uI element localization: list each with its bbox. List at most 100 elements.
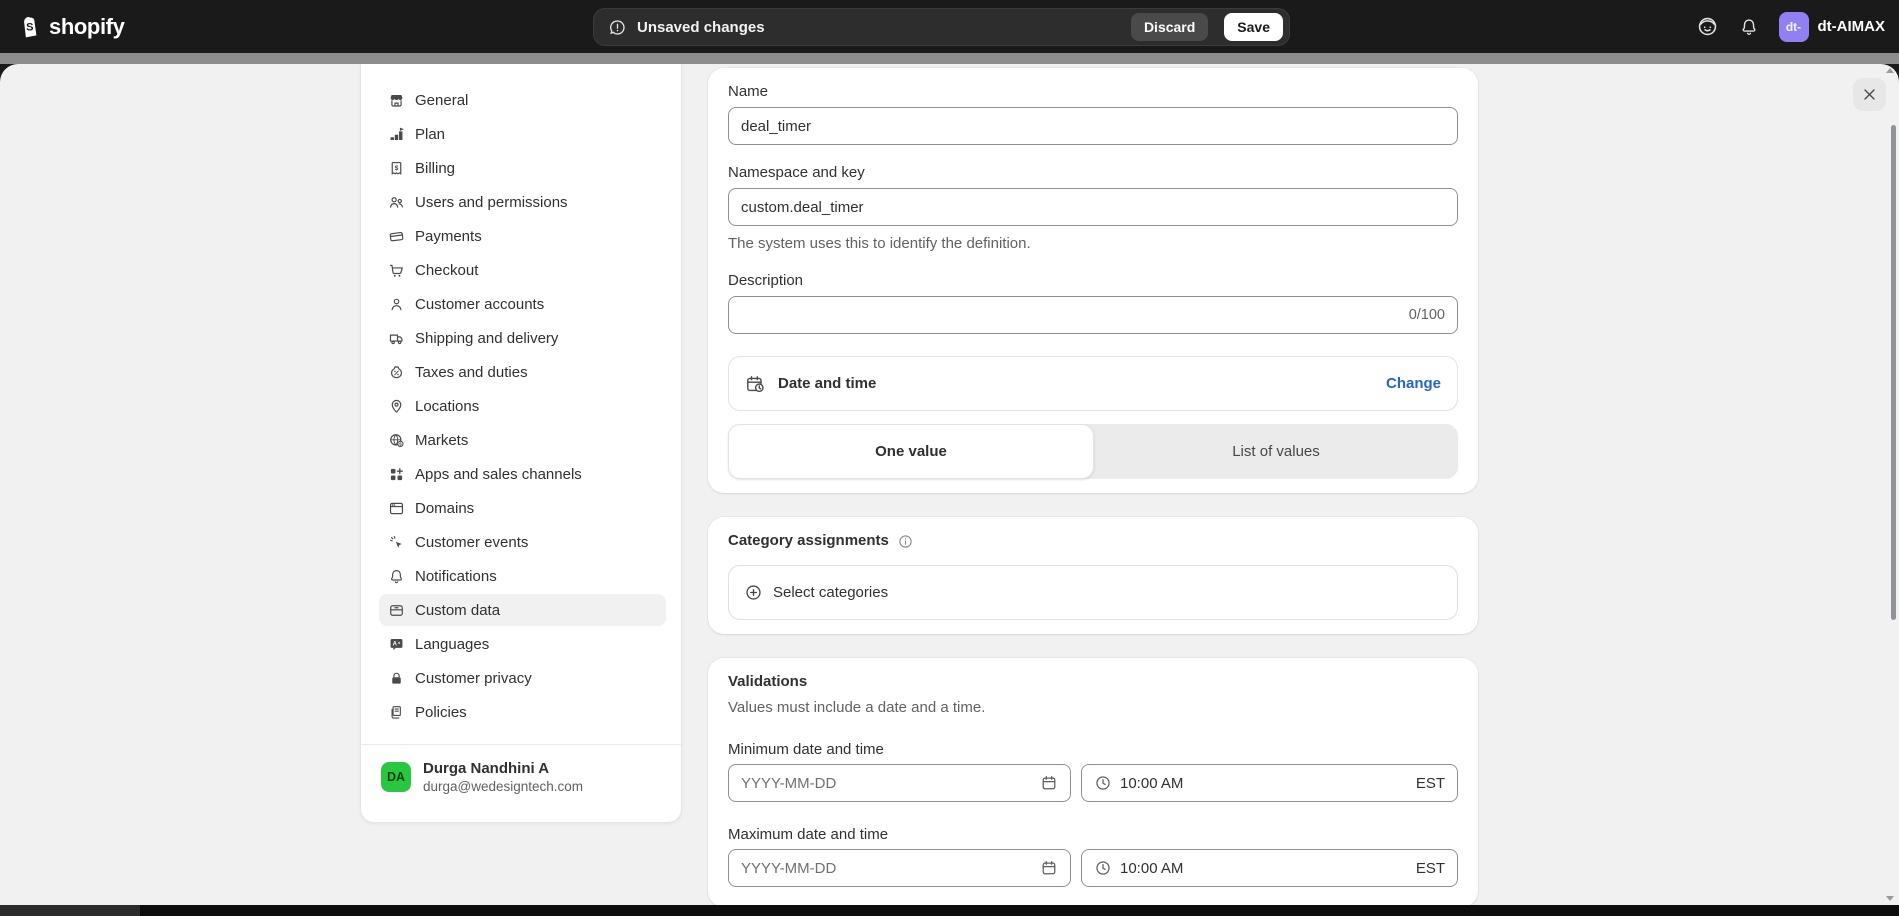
bell-icon: [388, 568, 405, 585]
sidebar-item-domains[interactable]: Domains: [379, 492, 666, 524]
store-avatar: dt-: [1779, 12, 1809, 42]
sidebar-item-label: Customer accounts: [415, 296, 544, 313]
document-icon: [388, 704, 405, 721]
name-field: [728, 107, 1458, 145]
sidebar-item-users-permissions[interactable]: Users and permissions: [379, 186, 666, 218]
list-of-values-segment[interactable]: List of values: [1094, 424, 1458, 479]
name-label: Name: [728, 82, 1458, 101]
store-menu[interactable]: dt- dt-AIMAX: [1779, 12, 1886, 42]
sidebar-item-customer-accounts[interactable]: Customer accounts: [379, 288, 666, 320]
settings-modal: General Plan Billing Users and permissio…: [0, 64, 1899, 905]
change-type-link[interactable]: Change: [1386, 375, 1441, 392]
validations-title: Validations: [728, 672, 1458, 692]
namespace-input[interactable]: [741, 199, 1445, 216]
plus-circle-icon: [744, 583, 763, 602]
store-name-label: dt-AIMAX: [1818, 18, 1886, 35]
description-field: 0/100: [728, 296, 1458, 334]
sidebar-item-label: Users and permissions: [415, 194, 568, 211]
close-settings-button[interactable]: [1853, 78, 1886, 111]
sidebar-item-markets[interactable]: Markets: [379, 424, 666, 456]
namespace-label: Namespace and key: [728, 163, 1458, 182]
maximum-date-field: [728, 849, 1071, 887]
sidebar-item-label: Locations: [415, 398, 479, 415]
lock-icon: [388, 670, 405, 687]
description-label: Description: [728, 271, 1458, 290]
clock-icon: [1094, 774, 1112, 792]
sidebar-item-customer-events[interactable]: Customer events: [379, 526, 666, 558]
namespace-help-text: The system uses this to identify the def…: [728, 234, 1458, 253]
minimum-date-input[interactable]: [741, 775, 1032, 792]
sidebar-item-label: Plan: [415, 126, 445, 143]
sidebar-item-payments[interactable]: Payments: [379, 220, 666, 252]
sidebar-item-checkout[interactable]: Checkout: [379, 254, 666, 286]
notifications-bell-icon[interactable]: [1739, 17, 1759, 37]
one-value-segment[interactable]: One value: [728, 424, 1094, 479]
sidebar-item-policies[interactable]: Policies: [379, 696, 666, 728]
custom-data-icon: [388, 602, 405, 619]
user-name: Durga Nandhini A: [423, 759, 583, 778]
scrollbar-down-arrow[interactable]: [1886, 896, 1894, 901]
topbar-right-cluster: dt- dt-AIMAX: [1696, 0, 1886, 53]
shopify-logo[interactable]: shopify: [16, 0, 124, 53]
sidebar-item-billing[interactable]: Billing: [379, 152, 666, 184]
user-avatar: DA: [381, 762, 411, 792]
minimum-datetime-label: Minimum date and time: [728, 741, 1458, 758]
sidebar-item-label: Languages: [415, 636, 489, 653]
metafield-definition-form: Name Namespace and key The system uses t…: [708, 68, 1478, 905]
user-menu[interactable]: DA Durga Nandhini A durga@wedesigntech.c…: [379, 745, 666, 795]
sidebar-item-apps-sales-channels[interactable]: Apps and sales channels: [379, 458, 666, 490]
discard-button[interactable]: Discard: [1131, 13, 1208, 41]
content-type-box: Date and time Change: [728, 356, 1458, 411]
sidebar-item-taxes-duties[interactable]: Taxes and duties: [379, 356, 666, 388]
cart-icon: [388, 262, 405, 279]
assistant-icon[interactable]: [1696, 15, 1719, 38]
sidebar-item-label: Billing: [415, 160, 455, 177]
scrollbar-thumb[interactable]: [1891, 125, 1896, 620]
maximum-time-value: 10:00 AM: [1120, 860, 1408, 877]
top-bar: shopify Unsaved changes Discard Save dt-…: [0, 0, 1899, 53]
sidebar-item-label: Custom data: [415, 602, 500, 619]
select-categories-button[interactable]: Select categories: [728, 565, 1458, 620]
page-root: shopify Unsaved changes Discard Save dt-…: [0, 0, 1899, 916]
maximum-datetime-row: 10:00 AM EST: [728, 849, 1458, 887]
content-type-label: Date and time: [778, 375, 1373, 392]
store-icon: [388, 92, 405, 109]
select-categories-label: Select categories: [773, 584, 888, 601]
sidebar-item-label: General: [415, 92, 468, 109]
sidebar-item-locations[interactable]: Locations: [379, 390, 666, 422]
sidebar-item-plan[interactable]: Plan: [379, 118, 666, 150]
cursor-click-icon: [388, 534, 405, 551]
receipt-icon: [388, 160, 405, 177]
save-button[interactable]: Save: [1224, 13, 1283, 41]
sidebar-item-shipping-delivery[interactable]: Shipping and delivery: [379, 322, 666, 354]
person-icon: [388, 296, 405, 313]
info-icon[interactable]: [897, 533, 914, 550]
category-assignments-title: Category assignments: [728, 531, 889, 551]
sidebar-item-label: Policies: [415, 704, 467, 721]
sidebar-item-label: Notifications: [415, 568, 497, 585]
namespace-field: [728, 188, 1458, 226]
unsaved-changes-label: Unsaved changes: [637, 19, 1121, 36]
minimum-time-field[interactable]: 10:00 AM EST: [1081, 764, 1458, 802]
sidebar-item-label: Domains: [415, 500, 474, 517]
maximum-time-field[interactable]: 10:00 AM EST: [1081, 849, 1458, 887]
maximum-date-input[interactable]: [741, 860, 1032, 877]
sidebar-item-notifications[interactable]: Notifications: [379, 560, 666, 592]
minimum-timezone-label: EST: [1416, 775, 1445, 792]
calendar-icon: [1040, 859, 1058, 877]
apps-grid-icon: [388, 466, 405, 483]
sidebar-item-languages[interactable]: Languages: [379, 628, 666, 660]
sidebar-item-custom-data[interactable]: Custom data: [379, 594, 666, 626]
shopify-bag-icon: [16, 14, 42, 40]
scrollbar-up-arrow[interactable]: [1886, 68, 1894, 73]
globe-icon: [388, 432, 405, 449]
name-input[interactable]: [741, 118, 1445, 135]
sidebar-item-general[interactable]: General: [379, 84, 666, 116]
map-pin-icon: [388, 398, 405, 415]
shopify-wordmark: shopify: [49, 14, 124, 40]
description-input[interactable]: [741, 307, 1401, 324]
users-icon: [388, 194, 405, 211]
sidebar-item-label: Taxes and duties: [415, 364, 528, 381]
sidebar-item-customer-privacy[interactable]: Customer privacy: [379, 662, 666, 694]
sidebar-item-label: Apps and sales channels: [415, 466, 582, 483]
